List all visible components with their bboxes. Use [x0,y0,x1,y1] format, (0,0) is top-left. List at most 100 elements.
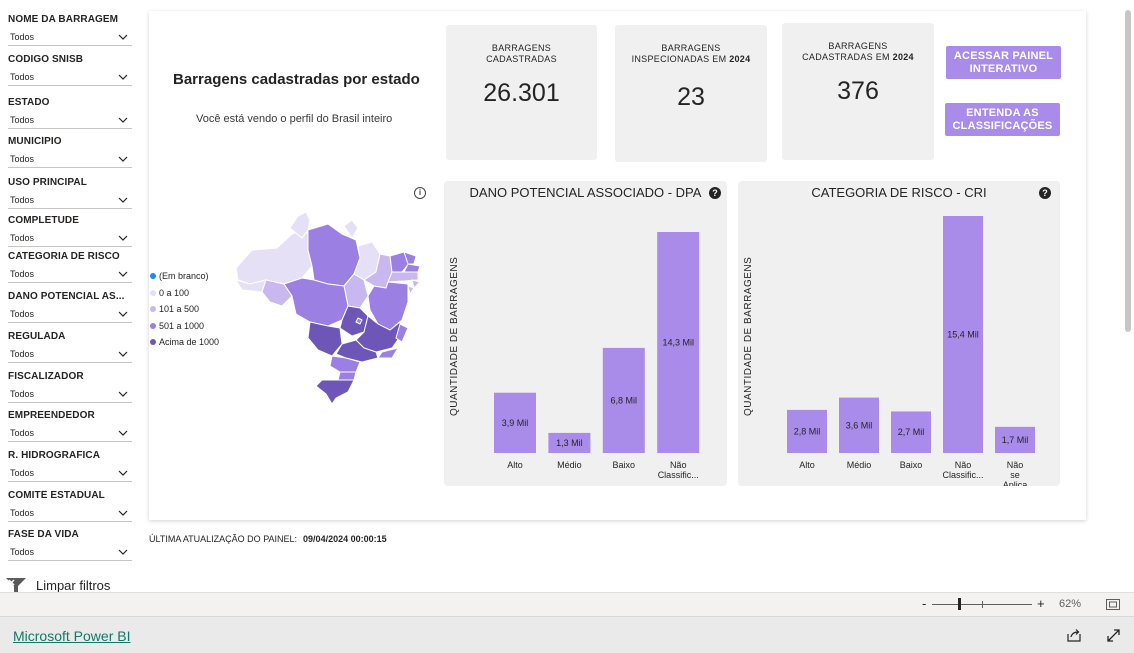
filter-dropdown[interactable]: Todos [8,266,132,283]
access-panel-button[interactable]: ACESSAR PAINEL INTERATIVO [946,46,1061,79]
filter-value: Todos [10,508,35,518]
legend-marker [150,306,156,313]
chevron-down-icon [118,430,128,436]
kpi-label: BARRAGENS CADASTRADAS EM 2024 [802,41,914,62]
map-state-rs [315,379,355,405]
legend-item[interactable]: 501 a 1000 [150,318,219,335]
filter-label: CATEGORIA DE RISCO [8,251,120,262]
kpi-label: BARRAGENS INSPECIONADAS EM 2024 [631,43,751,64]
zoom-out-button[interactable]: - [922,596,926,611]
kpi-value: 376 [837,77,879,105]
kpi-value: 23 [677,83,705,111]
fit-to-page-icon[interactable] [1106,599,1120,610]
legend-item[interactable]: 101 a 500 [150,301,219,318]
filter-value: Todos [10,269,35,279]
classifications-button[interactable]: ENTENDA AS CLASSIFICAÇÕES [945,103,1060,136]
zoom-in-button[interactable]: + [1037,596,1045,611]
filter-slicer: DANO POTENCIAL AS... Todos [8,291,132,323]
filter-slicer: FASE DA VIDA Todos [8,529,132,561]
x-tick-label: Médio [847,460,872,470]
legend-label: 0 a 100 [159,287,190,298]
x-tick-label: Aplica [1003,480,1028,486]
filter-label: R. HIDROGRAFICA [8,450,101,461]
filter-value: Todos [10,389,35,399]
filter-label: CÓDIGO SNISB [8,54,84,65]
filter-clear-icon [6,578,26,592]
chevron-down-icon [118,197,128,203]
filter-value: Todos [10,195,35,205]
filter-slicer: ESTADO Todos [8,97,132,129]
dpa-bar-chart: 3,9 Mil Alto 1,3 Mil Médio 6,8 Mil Baixo 14,3 … [494,232,700,480]
x-tick-label: Alto [507,460,523,470]
filter-value: Todos [10,32,35,42]
kpi-card-registered-year: BARRAGENS CADASTRADAS EM 2024 376 [782,23,934,160]
filter-slicer: CÓDIGO SNISB Todos [8,54,132,86]
filter-value: Todos [10,468,35,478]
legend-item[interactable]: (Em branco) [150,268,219,285]
filter-value: Todos [10,72,35,82]
x-tick-label: Classific... [658,470,699,480]
clear-filters-label: Limpar filtros [36,577,111,593]
filter-value: Todos [10,115,35,125]
share-icon[interactable] [1067,628,1081,642]
filter-slicer: EMPREENDEDOR Todos [8,410,132,442]
chevron-down-icon [118,549,128,555]
map-state-ms [307,321,343,357]
x-tick-label: Não [1007,460,1024,470]
bar-value-label: 1,7 Mil [1002,435,1029,445]
filter-dropdown[interactable]: Todos [8,544,132,561]
filter-dropdown[interactable]: Todos [8,465,132,482]
fullscreen-icon[interactable] [1107,629,1120,642]
last-update: ÚLTIMA ATUALIZAÇÃO DO PAINEL: 09/04/2024 … [149,534,387,544]
cri-bar-chart: 2,8 Mil Alto 3,6 Mil Médio 2,7 Mil Baixo 15,4 … [787,216,1035,486]
chevron-down-icon [118,391,128,397]
filter-dropdown[interactable]: Todos [8,151,132,168]
bar-value-label: 2,8 Mil [794,426,821,436]
filter-dropdown[interactable]: Todos [8,29,132,46]
map-state-mt [283,277,349,327]
zoom-bar: - + 62% [0,592,1134,617]
vertical-scrollbar[interactable] [1125,10,1131,332]
filter-dropdown[interactable]: Todos [8,386,132,403]
brazil-map[interactable] [232,210,424,405]
filter-dropdown[interactable]: Todos [8,505,132,522]
footer: Microsoft Power BI [0,616,1134,653]
filter-slicer: REGULADA Todos [8,331,132,363]
filter-label: REGULADA [8,331,66,342]
power-bi-link[interactable]: Microsoft Power BI [13,628,130,644]
x-tick-label: Classific... [942,470,983,480]
map-state-al [411,279,421,289]
legend-item[interactable]: Acima de 1000 [150,334,219,351]
filter-slicer: COMITÊ ESTADUAL Todos [8,490,132,522]
filter-dropdown[interactable]: Todos [8,112,132,129]
filter-dropdown[interactable]: Todos [8,69,132,86]
filter-label: NOME DA BARRAGEM [8,14,119,25]
filter-label: COMITÊ ESTADUAL [8,490,105,501]
legend-label: Acima de 1000 [159,337,220,348]
chevron-down-icon [118,34,128,40]
bar-value-label: 3,9 Mil [502,418,529,428]
info-icon[interactable]: i [414,187,426,199]
filter-dropdown[interactable]: Todos [8,425,132,442]
filter-value: Todos [10,547,35,557]
x-tick-label: Médio [557,460,582,470]
filter-value: Todos [10,154,35,164]
zoom-slider-handle[interactable] [958,598,961,610]
legend-label: 101 a 500 [159,304,200,315]
chevron-down-icon [118,510,128,516]
chevron-down-icon [118,311,128,317]
filter-dropdown[interactable]: Todos [8,346,132,363]
filter-dropdown[interactable]: Todos [8,306,132,323]
filter-label: EMPREENDEDOR [8,410,95,421]
x-tick-label: se [1010,470,1020,480]
filter-dropdown[interactable]: Todos [8,192,132,209]
x-tick-label: Não [670,460,687,470]
legend-marker [150,322,156,329]
chevron-down-icon [118,235,128,241]
legend-item[interactable]: 0 a 100 [150,285,219,302]
filter-label: DANO POTENCIAL AS... [8,291,125,302]
kpi-card-registered: BARRAGENS CADASTRADAS 26.301 [446,25,597,160]
filter-dropdown[interactable]: Todos [8,230,132,247]
x-tick-label: Baixo [613,460,636,470]
filter-value: Todos [10,233,35,243]
